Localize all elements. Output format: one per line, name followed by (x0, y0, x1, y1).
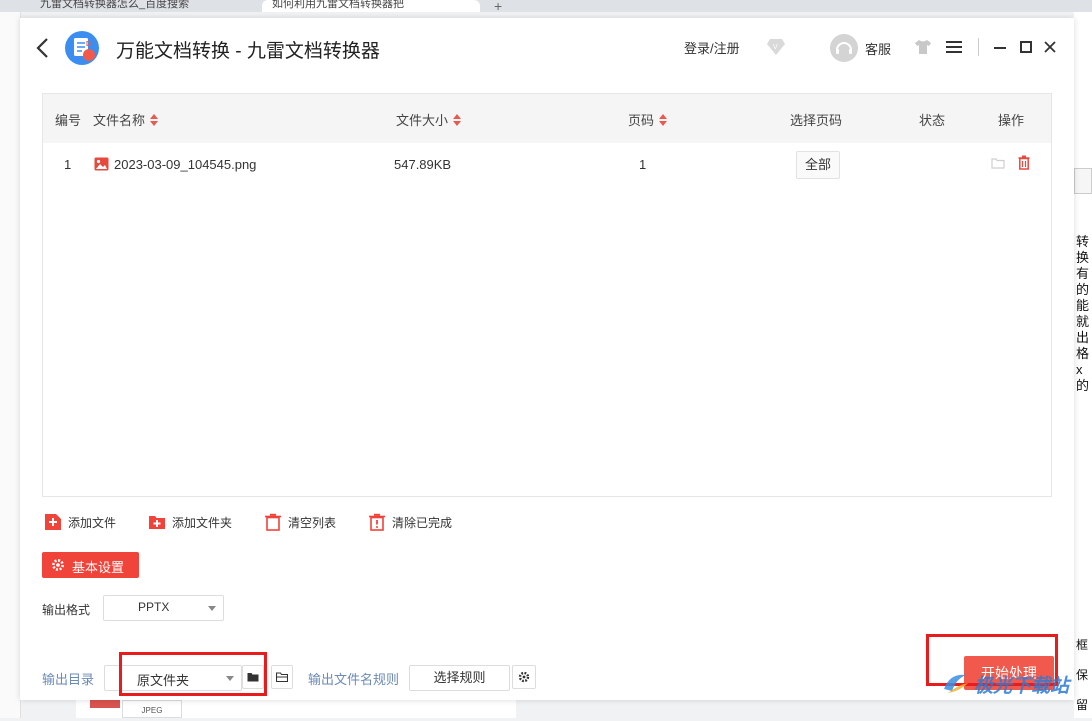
folder-icon (247, 673, 259, 682)
browse-folder-button[interactable] (242, 665, 264, 689)
filename-rule-label: 输出文件名规则 (308, 672, 400, 687)
select-rule-button[interactable]: 选择规则 (409, 665, 510, 691)
page-range-select[interactable]: 全部 (796, 151, 840, 179)
gear-icon (518, 671, 530, 683)
output-dir-label: 输出目录 (42, 672, 95, 687)
column-action: 操作 (998, 113, 1025, 128)
row-filename: 2023-03-09_104545.png (94, 157, 256, 172)
clear-completed-label: 清除已完成 (392, 516, 453, 530)
background-dropdown (1074, 168, 1092, 194)
watermark-logo (944, 674, 968, 693)
chevron-down-icon (226, 676, 234, 681)
browser-tab-strip: 九雷文档转换器怎么_百度搜索 如何利用九雷文档转换器把 + (0, 0, 1092, 14)
table-row[interactable]: 1 2023-03-09_104545.png 547.89KB 1 全部 (43, 143, 1051, 187)
column-pages[interactable]: 页码 (628, 110, 668, 129)
headset-icon (830, 34, 858, 62)
basic-settings-label: 基本设置 (72, 560, 125, 575)
vip-diamond-icon[interactable]: V (766, 38, 786, 56)
sort-icon[interactable] (149, 113, 159, 127)
row-filename-text: 2023-03-09_104545.png (114, 157, 257, 172)
column-name-label: 文件名称 (93, 113, 146, 128)
gear-icon (52, 559, 64, 571)
column-pages-label: 页码 (628, 113, 655, 128)
clear-completed-icon (369, 513, 385, 531)
column-size[interactable]: 文件大小 (396, 110, 462, 129)
row-index: 1 (64, 157, 72, 172)
open-folder-icon[interactable] (991, 157, 1005, 169)
column-select-pages: 选择页码 (790, 113, 843, 128)
app-title: 万能文档转换 - 九雷文档转换器 (116, 41, 380, 62)
close-icon[interactable] (1042, 38, 1058, 56)
title-bar: D 万能文档转换 - 九雷文档转换器 登录/注册 V 客服 (20, 18, 1074, 76)
row-filesize: 547.89KB (394, 157, 452, 172)
image-file-icon (94, 157, 109, 171)
maximize-icon[interactable] (1018, 38, 1034, 56)
minimize-icon[interactable] (992, 38, 1008, 56)
rule-settings-button[interactable] (512, 665, 536, 689)
chevron-down-icon (208, 606, 216, 611)
output-format-select[interactable]: PPTX (103, 595, 224, 621)
back-arrow-icon[interactable] (34, 36, 52, 60)
menu-icon[interactable] (945, 40, 963, 54)
background-thumbnail (90, 700, 120, 708)
add-folder-icon (149, 516, 165, 529)
sort-icon[interactable] (658, 113, 668, 127)
login-register-link[interactable]: 登录/注册 (684, 38, 740, 57)
browser-tab[interactable]: 九雷文档转换器怎么_百度搜索 (40, 0, 250, 12)
svg-text:D: D (86, 41, 91, 48)
open-folder-icon (276, 672, 288, 682)
column-size-label: 文件大小 (396, 113, 449, 128)
column-name[interactable]: 文件名称 (93, 110, 159, 129)
background-thumbnail-label: JPEG (122, 700, 182, 718)
app-logo: D (65, 31, 99, 65)
output-format-value: PPTX (138, 600, 170, 614)
output-format-label: 输出格式 (42, 603, 91, 617)
add-file-icon (45, 514, 61, 530)
row-pages: 1 (639, 157, 647, 172)
output-dir-value: 原文件夹 (137, 673, 190, 688)
column-status: 状态 (919, 113, 946, 128)
svg-text:V: V (773, 44, 778, 51)
site-watermark: 极光下载站 (940, 667, 1090, 699)
column-index: 编号 (55, 113, 82, 128)
watermark-text: 极光下载站 (974, 676, 1070, 697)
open-output-folder-button[interactable] (271, 665, 293, 689)
file-table: 编号 文件名称 文件大小 页码 选择页码 状态 操作 1 2023-03-09_… (42, 93, 1052, 497)
skin-shirt-icon[interactable] (914, 39, 932, 55)
app-window: D 万能文档转换 - 九雷文档转换器 登录/注册 V 客服 编号 文件名称 文件… (20, 18, 1074, 700)
browser-tab-active[interactable]: 如何利用九雷文档转换器把 (262, 0, 480, 12)
add-file-label: 添加文件 (68, 516, 117, 530)
title-separator (978, 38, 979, 56)
table-header: 编号 文件名称 文件大小 页码 选择页码 状态 操作 (43, 94, 1051, 143)
output-dir-select[interactable]: 原文件夹 (104, 665, 242, 691)
basic-settings-button[interactable]: 基本设置 (42, 552, 139, 578)
delete-icon[interactable] (1018, 155, 1030, 170)
trash-icon (265, 513, 281, 531)
sort-icon[interactable] (452, 113, 462, 127)
customer-service-label: 客服 (865, 42, 892, 57)
background-text: 转换有的能就出格x的 (1076, 234, 1090, 393)
background-page-bottom: JPEG (76, 700, 516, 718)
background-page-right: 转换有的能就出格x的 框保留 (1074, 12, 1092, 718)
background-page-left (0, 12, 21, 718)
new-tab-icon[interactable]: + (494, 0, 502, 14)
clear-list-label: 清空列表 (288, 516, 337, 530)
add-folder-label: 添加文件夹 (172, 516, 233, 530)
